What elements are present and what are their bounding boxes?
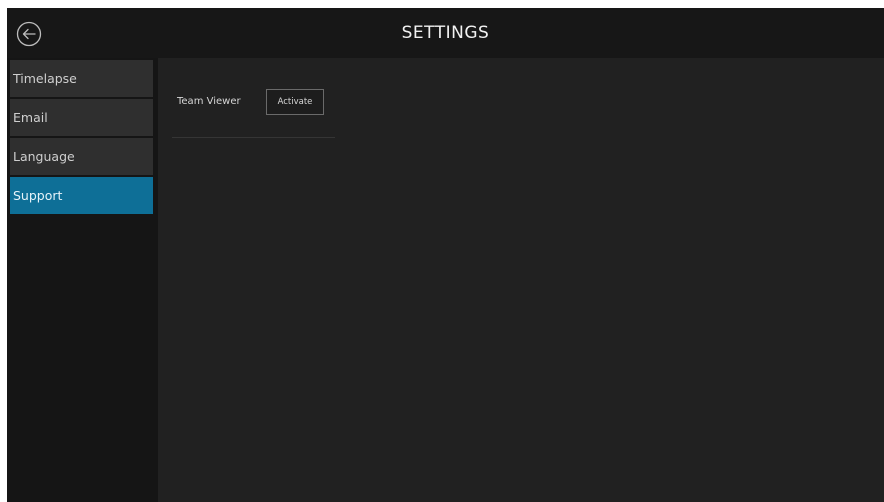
header-bar: SETTINGS [7, 8, 884, 58]
team-viewer-label: Team Viewer [177, 96, 241, 107]
page-title: SETTINGS [401, 23, 490, 43]
sidebar-item-email[interactable]: Email [10, 99, 153, 136]
row-divider [172, 137, 335, 138]
sidebar: Timelapse Email Language Support [7, 58, 158, 502]
activate-button[interactable]: Activate [266, 89, 324, 115]
sidebar-item-support[interactable]: Support [10, 177, 153, 214]
sidebar-item-timelapse[interactable]: Timelapse [10, 60, 153, 97]
sidebar-item-language[interactable]: Language [10, 138, 153, 175]
settings-window: SETTINGS Timelapse Email Language Suppor… [7, 8, 884, 502]
team-viewer-row: Team Viewer Activate [172, 86, 335, 138]
settings-content: Team Viewer Activate [158, 58, 884, 502]
